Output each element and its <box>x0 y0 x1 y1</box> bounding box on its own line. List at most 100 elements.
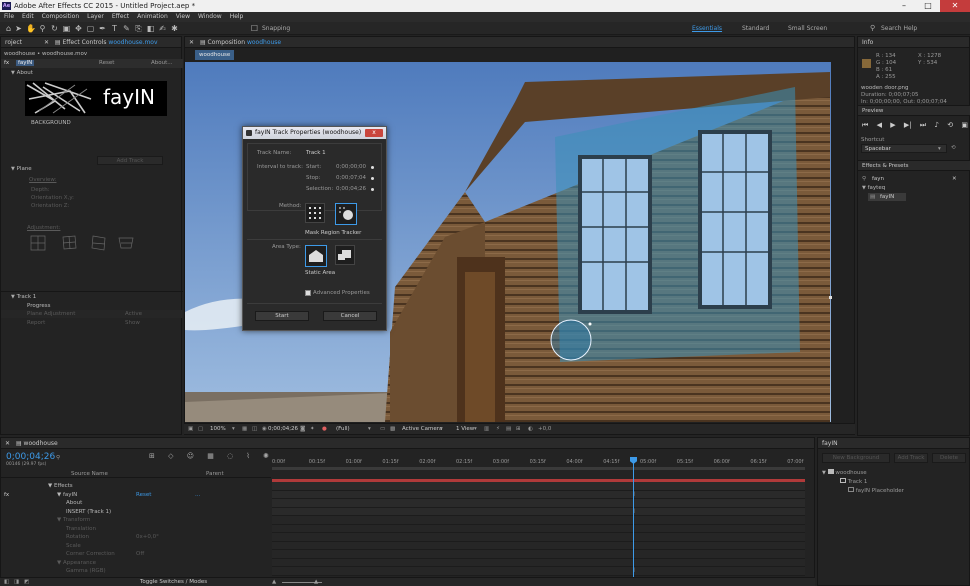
menu-edit[interactable]: Edit <box>22 12 34 22</box>
timeline-row[interactable]: About <box>0 499 270 508</box>
menu-effect[interactable]: Effect <box>112 12 129 22</box>
menu-layer[interactable]: Layer <box>87 12 104 22</box>
resolution-select[interactable]: (Full) <box>336 426 350 432</box>
effects-search-input[interactable]: fayn <box>872 176 884 182</box>
search-icon[interactable]: ⚲ <box>870 24 875 32</box>
menu-view[interactable]: View <box>176 12 190 22</box>
expand-pane-icon[interactable]: ◧ <box>4 579 9 585</box>
lock-icon[interactable]: ▤ <box>55 39 61 46</box>
timeline-track-lane[interactable] <box>272 524 805 533</box>
plane-section[interactable]: ▼ Plane <box>11 166 32 172</box>
rotate-tool-icon[interactable]: ↻ <box>50 24 59 33</box>
workspace-small-screen[interactable]: Small Screen <box>788 25 827 32</box>
current-time-indicator[interactable] <box>633 457 634 580</box>
home-icon[interactable]: ⌂ <box>4 24 13 33</box>
frame-blend-icon[interactable]: ▦ <box>207 452 214 462</box>
rectangle-tool-icon[interactable]: ▢ <box>86 24 95 33</box>
cancel-button[interactable]: Cancel <box>323 311 377 321</box>
loop-icon[interactable]: ⟲ <box>947 121 953 130</box>
timeline-row-value[interactable]: 0x+0,0° <box>136 533 159 542</box>
timeline-tab[interactable]: woodhouse <box>24 440 58 447</box>
pen-tool-icon[interactable]: ✒ <box>98 24 107 33</box>
track-name-field[interactable]: Track 1 <box>306 150 326 156</box>
hand-tool-icon[interactable]: ✋ <box>26 24 36 33</box>
puppet-tool-icon[interactable]: ✱ <box>170 24 179 33</box>
search-icon[interactable]: ⚲ <box>56 455 60 461</box>
project-tab[interactable]: roject <box>5 39 22 46</box>
timeline-track-lane[interactable]: I <box>272 490 805 499</box>
timeline-timecode[interactable]: 0;00;04;26 <box>6 452 55 462</box>
expand-transfer-icon[interactable]: ◩ <box>24 579 29 585</box>
timeline-row[interactable]: ▼ fayIN Reset... fx <box>0 491 270 500</box>
fayin-add-track-button[interactable]: Add Track <box>894 453 928 463</box>
timeline-track-lane[interactable] <box>272 533 805 542</box>
close-tab-icon[interactable]: ✕ <box>5 440 10 447</box>
lock-icon[interactable]: ▤ <box>200 39 206 46</box>
always-preview-icon[interactable]: ▣ <box>188 426 193 432</box>
timeline-track-lane[interactable]: I <box>272 507 805 516</box>
effect-name[interactable]: fayIN <box>16 60 35 66</box>
fx-icon[interactable]: fx <box>4 491 9 500</box>
effect-controls-tab[interactable]: Effect Controls <box>62 39 106 46</box>
menu-window[interactable]: Window <box>198 12 222 22</box>
zoom-in-icon[interactable]: ▲ <box>314 579 318 585</box>
timeline-options-link[interactable]: ... <box>195 491 200 500</box>
timeline-track-lane[interactable]: I <box>272 567 805 576</box>
graph-editor-icon[interactable]: ⌇ <box>246 452 249 462</box>
timeline-track-lane[interactable] <box>272 558 805 567</box>
stop-set-icon[interactable] <box>371 177 374 180</box>
camera-tool-icon[interactable]: ▣ <box>62 24 71 33</box>
snapshot-icon[interactable]: ◉ <box>262 426 267 432</box>
composition-subtab[interactable]: woodhouse <box>195 50 235 60</box>
canvas-handle[interactable] <box>829 296 832 299</box>
selection-set-icon[interactable] <box>371 188 374 191</box>
text-tool-icon[interactable]: T <box>110 24 119 33</box>
timeline-row[interactable]: INSERT (Track 1) <box>0 508 270 517</box>
work-area-bar[interactable] <box>272 467 805 470</box>
minimize-button[interactable]: – <box>892 0 916 12</box>
composition-tab[interactable]: Composition <box>208 39 245 46</box>
reset-link[interactable]: Reset <box>99 60 114 66</box>
brainstorm-icon[interactable]: ✺ <box>263 452 269 462</box>
timeline-row[interactable]: Corner Correction Off <box>0 550 270 559</box>
flowchart-icon[interactable]: ⊞ <box>516 426 521 432</box>
timeline-row[interactable]: ▼ Appearance <box>0 559 270 568</box>
advanced-properties-checkbox[interactable] <box>305 290 311 296</box>
timeline-track-lane[interactable] <box>272 482 805 491</box>
workspace-essentials[interactable]: Essentials <box>692 25 722 32</box>
clone-tool-icon[interactable]: ⎘ <box>134 24 143 33</box>
pan-behind-tool-icon[interactable]: ✥ <box>74 24 83 33</box>
fast-previews-icon[interactable]: ⚡ <box>496 426 500 432</box>
timeline-row[interactable]: ▼ Effects <box>0 482 270 491</box>
reset-exposure-icon[interactable]: ◐ <box>528 426 533 432</box>
timeline-row[interactable]: Gamma (RGB) <box>0 567 270 576</box>
last-frame-icon[interactable]: ⏭ <box>920 121 926 130</box>
safe-zones-icon[interactable]: ▦ <box>242 426 247 432</box>
timeline-track-lane[interactable] <box>272 550 805 559</box>
workspace-standard[interactable]: Standard <box>742 25 769 32</box>
shy-icon[interactable]: ☺ <box>187 452 194 462</box>
toggle-switches-modes-button[interactable]: Toggle Switches / Modes <box>140 579 207 585</box>
mask-visibility-icon[interactable]: ◫ <box>252 426 257 432</box>
timeline-track-lane[interactable] <box>272 541 805 550</box>
channel-icon[interactable]: ● <box>322 426 327 432</box>
region-of-interest-icon[interactable]: ▭ <box>380 426 385 432</box>
zoom-tool-icon[interactable]: ⚲ <box>38 24 47 33</box>
maximize-button[interactable]: □ <box>916 0 940 12</box>
start-set-icon[interactable] <box>371 166 374 169</box>
tree-placeholder[interactable]: fayIN Placeholder <box>848 487 904 494</box>
chevron-down-icon[interactable]: ▾ <box>440 426 443 432</box>
timeline-row[interactable]: Translation <box>0 525 270 534</box>
fayin-preset-item[interactable]: ▤ fayIN <box>868 193 906 201</box>
clear-search-icon[interactable]: ✕ <box>952 176 957 182</box>
draft-3d-icon[interactable]: ◇ <box>168 452 173 462</box>
brush-tool-icon[interactable]: ✎ <box>122 24 131 33</box>
magnification-select[interactable]: 100% <box>210 426 226 432</box>
add-track-button[interactable]: Add Track <box>97 156 163 165</box>
timeline-row[interactable]: ▼ Transform <box>0 516 270 525</box>
mask-region-tracker-button[interactable] <box>335 203 357 225</box>
camera-view-select[interactable]: Active Camera <box>402 426 442 432</box>
close-tab-icon[interactable]: ✕ <box>44 39 49 46</box>
stop-value[interactable]: 0;00;07;04 <box>336 175 366 181</box>
timeline-track-lane[interactable] <box>272 516 805 525</box>
